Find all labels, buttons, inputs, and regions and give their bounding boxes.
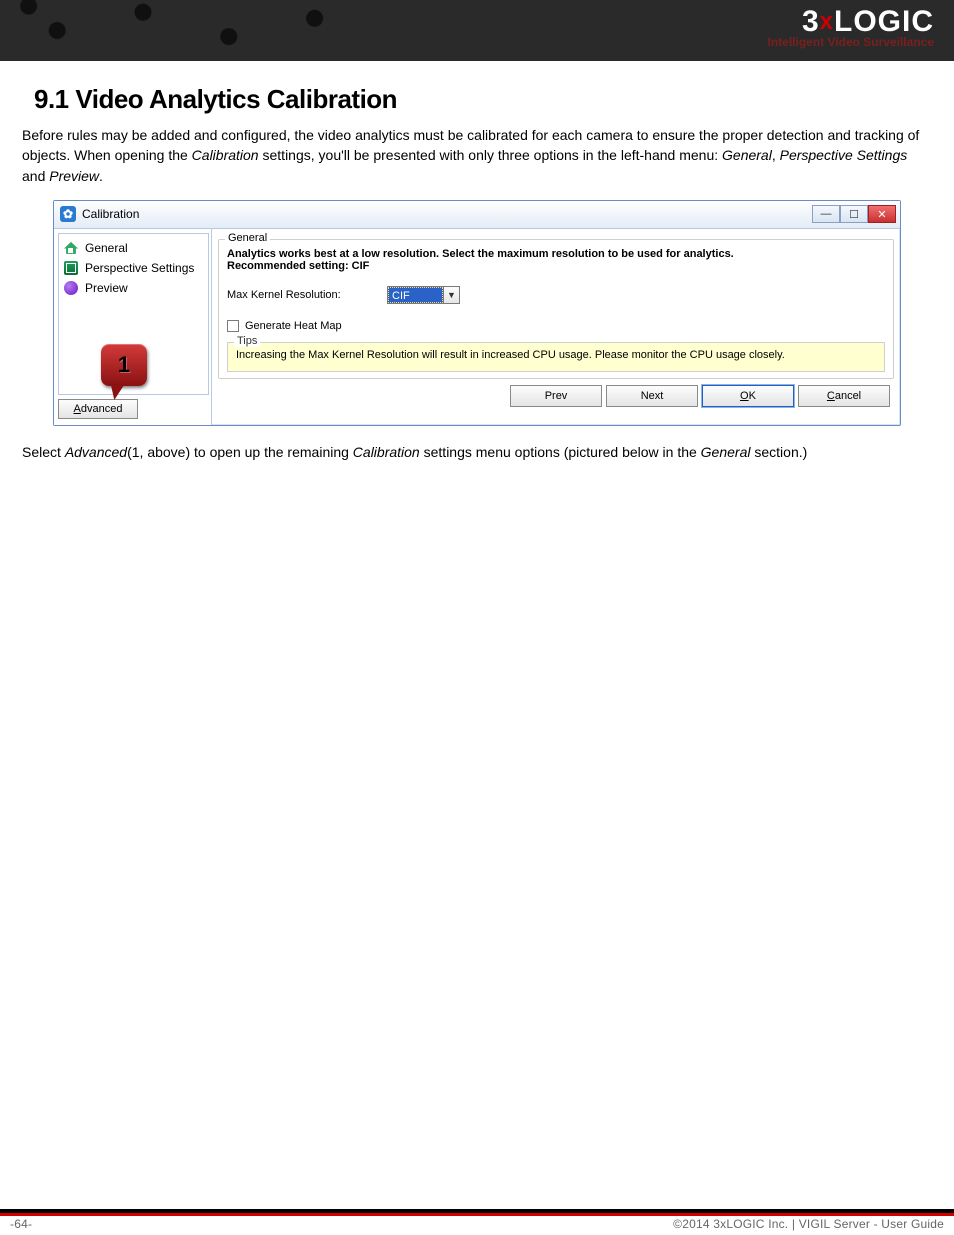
- house-icon: [63, 240, 79, 256]
- header-texture: [0, 0, 572, 61]
- heatmap-row: Generate Heat Map: [227, 320, 885, 332]
- heatmap-checkbox[interactable]: [227, 320, 239, 332]
- dialog-titlebar: ✿ Calibration — ☐ ✕: [54, 201, 900, 229]
- advanced-button-row: Advanced: [58, 395, 209, 421]
- calibration-dialog-screenshot: ✿ Calibration — ☐ ✕ General Perspective …: [53, 200, 901, 426]
- prev-button[interactable]: Prev: [510, 385, 602, 407]
- footer-divider: [0, 1209, 954, 1216]
- prev-label: Prev: [545, 390, 568, 402]
- heatmap-label: Generate Heat Map: [245, 320, 342, 332]
- intro-em-perspective: Perspective Settings: [780, 147, 908, 163]
- after-paragraph: Select Advanced(1, above) to open up the…: [22, 442, 932, 462]
- groupbox-title: General: [225, 232, 270, 244]
- settings-tree: General Perspective Settings Preview 1: [58, 233, 209, 395]
- footer-text-row: -64- ©2014 3xLOGIC Inc. | VIGIL Server -…: [0, 1216, 954, 1235]
- after-text-4: section.): [750, 444, 807, 460]
- next-button[interactable]: Next: [606, 385, 698, 407]
- after-em-advanced: Advanced: [65, 444, 127, 460]
- tree-label-general: General: [85, 241, 128, 255]
- intro-em-calibration: Calibration: [192, 147, 259, 163]
- after-em-general: General: [701, 444, 751, 460]
- callout-marker-1: 1: [101, 344, 147, 386]
- close-icon: ✕: [877, 208, 886, 221]
- group-instruction-2: Recommended setting: CIF: [227, 260, 885, 272]
- tips-text: Increasing the Max Kernel Resolution wil…: [236, 349, 876, 361]
- close-button[interactable]: ✕: [868, 205, 896, 223]
- tree-item-perspective[interactable]: Perspective Settings: [61, 258, 206, 278]
- max-kernel-label: Max Kernel Resolution:: [227, 289, 377, 301]
- brand-x: x: [820, 8, 834, 35]
- dialog-main-pane: General Analytics works best at a low re…: [212, 229, 900, 425]
- intro-em-preview: Preview: [49, 168, 99, 184]
- gear-icon: ✿: [63, 207, 73, 221]
- window-buttons: — ☐ ✕: [812, 205, 896, 223]
- tips-box: Tips Increasing the Max Kernel Resolutio…: [227, 342, 885, 372]
- preview-icon: [63, 280, 79, 296]
- tree-item-general[interactable]: General: [61, 238, 206, 258]
- document-footer: -64- ©2014 3xLOGIC Inc. | VIGIL Server -…: [0, 1209, 954, 1235]
- next-label: Next: [641, 390, 664, 402]
- maximize-icon: ☐: [849, 208, 859, 221]
- combo-selected-value: CIF: [388, 287, 443, 303]
- max-kernel-combobox[interactable]: CIF ▼: [387, 286, 460, 304]
- section-heading: 9.1 Video Analytics Calibration: [34, 84, 932, 115]
- dialog-sidebar: General Perspective Settings Preview 1 A…: [54, 229, 212, 425]
- after-em-calibration: Calibration: [353, 444, 420, 460]
- after-text-3: settings menu options (pictured below in…: [420, 444, 701, 460]
- intro-em-general: General: [722, 147, 772, 163]
- cancel-button[interactable]: Cancel: [798, 385, 890, 407]
- brand-logo: 3xLOGIC Intelligent Video Surveillance: [768, 5, 935, 49]
- perspective-icon: [63, 260, 79, 276]
- intro-text-3: ,: [772, 147, 780, 163]
- brand-prefix: 3: [802, 5, 820, 38]
- document-header: 3xLOGIC Intelligent Video Surveillance: [0, 0, 954, 61]
- general-groupbox: General Analytics works best at a low re…: [218, 239, 894, 379]
- advanced-button[interactable]: Advanced: [58, 399, 138, 419]
- intro-paragraph: Before rules may be added and configured…: [22, 125, 932, 186]
- maximize-button[interactable]: ☐: [840, 205, 868, 223]
- dialog-button-row: Prev Next OK Cancel: [218, 379, 894, 411]
- page-number: -64-: [10, 1217, 32, 1231]
- brand-tagline: Intelligent Video Surveillance: [768, 35, 935, 49]
- minimize-button[interactable]: —: [812, 205, 840, 223]
- intro-text-4: and: [22, 168, 49, 184]
- dialog-title: Calibration: [82, 207, 812, 221]
- chevron-down-icon: ▼: [443, 287, 459, 303]
- minimize-icon: —: [821, 208, 832, 220]
- max-kernel-row: Max Kernel Resolution: CIF ▼: [227, 286, 885, 304]
- tree-label-preview: Preview: [85, 281, 128, 295]
- after-text-2: (1, above) to open up the remaining: [127, 444, 353, 460]
- ok-button[interactable]: OK: [702, 385, 794, 407]
- after-text-1: Select: [22, 444, 65, 460]
- intro-text-5: .: [99, 168, 103, 184]
- intro-text-2: settings, you'll be presented with only …: [259, 147, 722, 163]
- callout-number: 1: [118, 352, 130, 378]
- dialog-body: General Perspective Settings Preview 1 A…: [54, 229, 900, 425]
- copyright-text: ©2014 3xLOGIC Inc. | VIGIL Server - User…: [673, 1217, 944, 1231]
- group-instruction-1: Analytics works best at a low resolution…: [227, 248, 885, 260]
- dialog-title-icon: ✿: [60, 206, 76, 222]
- brand-suffix: LOGIC: [834, 5, 934, 38]
- page-content: 9.1 Video Analytics Calibration Before r…: [0, 61, 954, 462]
- brand-wordmark: 3xLOGIC: [768, 5, 935, 39]
- tree-item-preview[interactable]: Preview: [61, 278, 206, 298]
- tree-label-perspective: Perspective Settings: [85, 261, 194, 275]
- tips-title: Tips: [234, 335, 260, 347]
